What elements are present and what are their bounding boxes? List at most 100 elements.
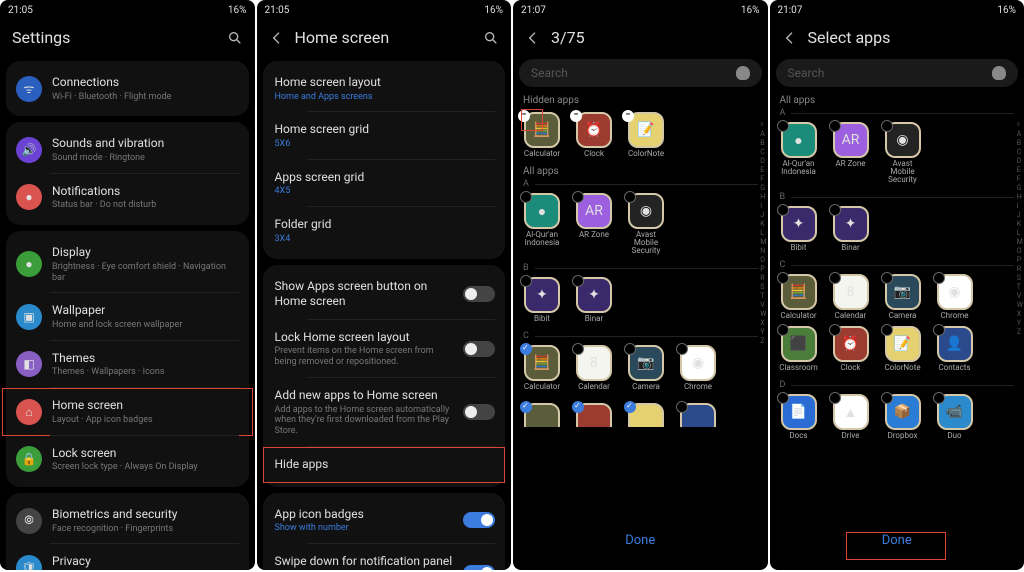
select-dot[interactable]: [520, 275, 532, 287]
select-dot[interactable]: [881, 324, 893, 336]
az-letter[interactable]: S: [1017, 274, 1023, 282]
az-letter[interactable]: L: [1017, 229, 1023, 237]
remove-badge[interactable]: −: [570, 110, 582, 122]
app-item[interactable]: 📹Duo: [932, 394, 978, 440]
toggle[interactable]: [463, 404, 495, 420]
az-letter[interactable]: L: [760, 229, 766, 237]
az-letter[interactable]: N: [760, 247, 766, 255]
settings-row[interactable]: Lock Home screen layoutPrevent items on …: [263, 320, 506, 378]
back-icon[interactable]: [269, 30, 285, 46]
app-item[interactable]: 📷Camera: [623, 345, 669, 391]
az-letter[interactable]: D: [760, 157, 766, 165]
az-letter[interactable]: W: [1017, 301, 1023, 309]
select-dot[interactable]: [777, 120, 789, 132]
az-letter[interactable]: A: [760, 130, 766, 138]
az-letter[interactable]: T: [760, 292, 766, 300]
select-dot[interactable]: [520, 401, 532, 413]
back-icon[interactable]: [782, 30, 798, 46]
select-dot[interactable]: [829, 120, 841, 132]
settings-row[interactable]: ◧ThemesThemes · Wallpapers · Icons: [6, 341, 249, 388]
app-item[interactable]: ARAR Zone: [828, 122, 874, 184]
select-dot[interactable]: [624, 191, 636, 203]
select-dot[interactable]: [881, 120, 893, 132]
app-item[interactable]: ⬛Classroom: [776, 326, 822, 372]
settings-row[interactable]: 🛡PrivacyPermission manager: [6, 544, 249, 570]
select-dot[interactable]: [777, 272, 789, 284]
az-letter[interactable]: F: [760, 175, 766, 183]
select-dot[interactable]: [829, 392, 841, 404]
az-letter[interactable]: B: [760, 139, 766, 147]
az-letter[interactable]: X: [1017, 310, 1023, 318]
toggle[interactable]: [463, 286, 495, 302]
az-letter[interactable]: E: [1017, 166, 1023, 174]
app-item[interactable]: [519, 403, 565, 427]
app-item[interactable]: 📝ColorNote: [880, 326, 926, 372]
toggle[interactable]: [463, 512, 495, 528]
app-item[interactable]: 📄Docs: [776, 394, 822, 440]
select-dot[interactable]: [572, 191, 584, 203]
search-input[interactable]: Search: [776, 59, 1019, 87]
app-item[interactable]: ⏰−Clock: [571, 112, 617, 158]
app-item[interactable]: ◉Avast Mobile Security: [623, 193, 669, 255]
az-letter[interactable]: K: [760, 220, 766, 228]
az-letter[interactable]: E: [760, 166, 766, 174]
app-item[interactable]: ✦Binar: [571, 277, 617, 323]
app-item[interactable]: ●Al-Qur'an Indonesia: [519, 193, 565, 255]
az-letter[interactable]: V: [1017, 292, 1023, 300]
app-item[interactable]: 8Calendar: [828, 274, 874, 320]
app-item[interactable]: ✦Bibit: [776, 206, 822, 252]
az-letter[interactable]: B: [1017, 139, 1023, 147]
app-item[interactable]: ⏰Clock: [828, 326, 874, 372]
settings-row[interactable]: Home screen layoutHome and Apps screens: [263, 65, 506, 112]
app-item[interactable]: ✦Binar: [828, 206, 874, 252]
settings-row[interactable]: 🔒Lock screenScreen lock type · Always On…: [6, 436, 249, 483]
select-dot[interactable]: [572, 401, 584, 413]
select-dot[interactable]: [624, 343, 636, 355]
select-dot[interactable]: [881, 392, 893, 404]
settings-row[interactable]: Swipe down for notification panelOpen th…: [263, 544, 506, 570]
done-button[interactable]: Done: [770, 525, 1024, 556]
az-letter[interactable]: X: [760, 319, 766, 327]
az-letter[interactable]: Z: [760, 337, 766, 345]
app-item[interactable]: 🧮Calculator: [519, 345, 565, 391]
toggle[interactable]: [463, 341, 495, 357]
select-dot[interactable]: [572, 343, 584, 355]
app-item[interactable]: [571, 403, 617, 427]
select-dot[interactable]: [676, 343, 688, 355]
az-letter[interactable]: H: [760, 193, 766, 201]
back-icon[interactable]: [525, 30, 541, 46]
select-dot[interactable]: [829, 272, 841, 284]
app-item[interactable]: 🧮−Calculator: [519, 112, 565, 158]
az-letter[interactable]: T: [1017, 283, 1023, 291]
az-letter[interactable]: G: [760, 184, 766, 192]
select-dot[interactable]: [572, 275, 584, 287]
settings-row[interactable]: Show Apps screen button on Home screen: [263, 269, 506, 320]
az-letter[interactable]: M: [1017, 238, 1023, 246]
az-letter[interactable]: I: [1017, 202, 1023, 210]
settings-row[interactable]: App icon badgesShow with number: [263, 497, 506, 544]
select-dot[interactable]: [933, 392, 945, 404]
select-dot[interactable]: [624, 401, 636, 413]
select-dot[interactable]: [520, 191, 532, 203]
az-letter[interactable]: A: [1017, 130, 1023, 138]
select-dot[interactable]: [829, 324, 841, 336]
az-letter[interactable]: ⬨: [1017, 120, 1023, 129]
settings-row[interactable]: ●NotificationsStatus bar · Do not distur…: [6, 174, 249, 221]
remove-badge[interactable]: −: [518, 110, 530, 122]
done-button[interactable]: Done: [513, 525, 768, 556]
az-letter[interactable]: J: [1017, 211, 1023, 219]
app-item[interactable]: 📝−ColorNote: [623, 112, 669, 158]
app-item[interactable]: ◉Avast Mobile Security: [880, 122, 926, 184]
select-dot[interactable]: [933, 272, 945, 284]
settings-row[interactable]: ᯤConnectionsWi-Fi · Bluetooth · Flight m…: [6, 65, 249, 112]
az-letter[interactable]: K: [1017, 220, 1023, 228]
mic-icon[interactable]: [992, 66, 1006, 80]
select-dot[interactable]: [829, 204, 841, 216]
search-icon[interactable]: [227, 30, 243, 46]
az-letter[interactable]: S: [760, 283, 766, 291]
select-dot[interactable]: [881, 272, 893, 284]
az-letter[interactable]: M: [760, 238, 766, 246]
app-item[interactable]: 8Calendar: [571, 345, 617, 391]
settings-row[interactable]: Hide apps: [263, 447, 506, 483]
select-dot[interactable]: [520, 343, 532, 355]
